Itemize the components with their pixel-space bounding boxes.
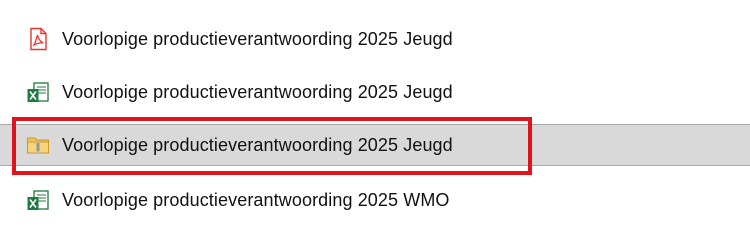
file-list-item[interactable]: Voorlopige productieverantwoording 2025 … — [0, 73, 750, 111]
file-list-item[interactable]: Voorlopige productieverantwoording 2025 … — [0, 181, 750, 219]
file-name: Voorlopige productieverantwoording 2025 … — [62, 28, 453, 49]
pdf-file-icon — [26, 27, 50, 51]
file-name: Voorlopige productieverantwoording 2025 … — [62, 189, 450, 210]
zip-folder-icon — [26, 133, 50, 157]
excel-file-icon — [26, 80, 50, 104]
file-list-item[interactable]: Voorlopige productieverantwoording 2025 … — [0, 20, 750, 58]
excel-file-icon — [26, 188, 50, 212]
file-name: Voorlopige productieverantwoording 2025 … — [62, 134, 453, 155]
file-list: Voorlopige productieverantwoording 2025 … — [0, 0, 750, 249]
file-list-item-selected[interactable]: Voorlopige productieverantwoording 2025 … — [0, 124, 750, 166]
file-name: Voorlopige productieverantwoording 2025 … — [62, 81, 453, 102]
